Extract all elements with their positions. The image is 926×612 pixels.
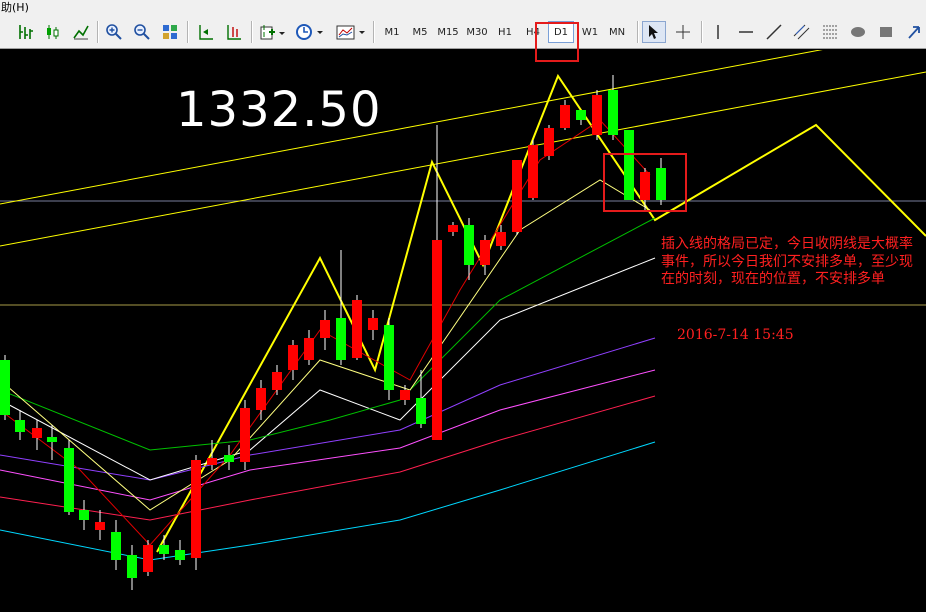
templates-icon[interactable] [334,21,368,43]
candle-body-14 [224,455,234,462]
channel-lower-line [0,71,926,247]
channel-upper-line [0,46,837,205]
candle-body-4 [64,448,74,512]
annotation-timestamp: 2016-7-14 15:45 [677,327,794,343]
candle-body-34 [544,128,554,156]
bar-chart-icon[interactable] [14,21,36,43]
indicators-icon[interactable] [258,21,288,43]
candle-body-16 [256,388,266,410]
candle-body-36 [576,110,586,120]
line-chart-icon[interactable] [70,21,92,43]
zoom-in-icon[interactable] [103,21,125,43]
candle-body-8 [127,555,137,578]
candle-body-23 [368,318,378,330]
candle-body-39 [624,130,634,200]
tab-timeframe-m5[interactable]: M5 [407,21,433,43]
chart-shift-icon[interactable] [223,21,245,43]
fibonacci-icon[interactable] [818,21,842,43]
candle-body-41 [656,168,666,200]
candle-body-29 [464,225,474,265]
candle-body-9 [143,545,153,572]
tab-timeframe-mn[interactable]: MN [604,21,630,43]
tab-timeframe-m15[interactable]: M15 [435,21,461,43]
candle-body-18 [288,345,298,370]
candle-body-37 [592,95,602,135]
candle-body-22 [352,300,362,358]
candle-body-25 [400,390,410,400]
menu-help[interactable]: 助(H) [0,1,29,14]
candle-body-21 [336,318,346,360]
crosshair-icon[interactable] [671,21,695,43]
candle-body-17 [272,372,282,390]
candle-body-28 [448,225,458,232]
equidistant-channel-icon[interactable] [790,21,814,43]
candle-body-31 [496,232,506,246]
auto-scroll-icon[interactable] [195,21,217,43]
candle-body-24 [384,325,394,390]
periods-clock-icon[interactable] [294,21,326,43]
candle-body-12 [191,460,201,558]
candle-body-20 [320,320,330,338]
ellipse-icon[interactable] [846,21,870,43]
tab-timeframe-m30[interactable]: M30 [464,21,490,43]
menu-bar: 助(H) [0,0,926,15]
candle-body-0 [0,360,10,415]
candle-body-26 [416,398,426,424]
candle-body-40 [640,172,650,200]
candle-body-10 [159,545,169,554]
candle-body-33 [528,145,538,198]
candle-body-19 [304,338,314,360]
tab-timeframe-w1[interactable]: W1 [577,21,603,43]
candle-body-6 [95,522,105,530]
candle-body-11 [175,550,185,560]
chart-toolbar: M1 M5 M15 M30 H1 H4 D1 W1 MN [0,15,926,62]
zoom-out-icon[interactable] [131,21,153,43]
analysis-annotation: 插入线的格局已定，今日收阴线是大概率事件，所以今日我们不安排多单，至少现在的时刻… [661,236,913,287]
candle-body-1 [15,420,25,432]
candle-body-32 [512,160,522,232]
tile-windows-icon[interactable] [159,21,181,43]
ma-magenta [0,369,656,501]
ma-white [0,257,656,481]
candle-body-3 [47,437,57,442]
price-label: 1332.50 [176,82,382,138]
candle-body-7 [111,532,121,560]
trendline-icon[interactable] [762,21,786,43]
candlestick-icon[interactable] [42,21,64,43]
candle-body-30 [480,240,490,265]
arrow-up-icon[interactable] [904,21,924,43]
zigzag-line [156,73,926,553]
vertical-line-icon[interactable] [706,21,730,43]
candle-body-13 [207,458,217,465]
tab-timeframe-h1[interactable]: H1 [492,21,518,43]
ma-cyan [0,441,656,561]
horizontal-line-icon[interactable] [734,21,758,43]
candle-body-35 [560,105,570,128]
cursor-arrow-icon[interactable] [642,21,666,43]
rectangle-icon[interactable] [876,21,896,43]
candle-body-2 [32,428,42,438]
candle-body-38 [608,90,618,135]
candle-body-15 [240,408,250,462]
candle-body-27 [432,240,442,440]
ma-red-slow [0,395,656,521]
tab-timeframe-m1[interactable]: M1 [379,21,405,43]
candle-body-5 [79,510,89,520]
